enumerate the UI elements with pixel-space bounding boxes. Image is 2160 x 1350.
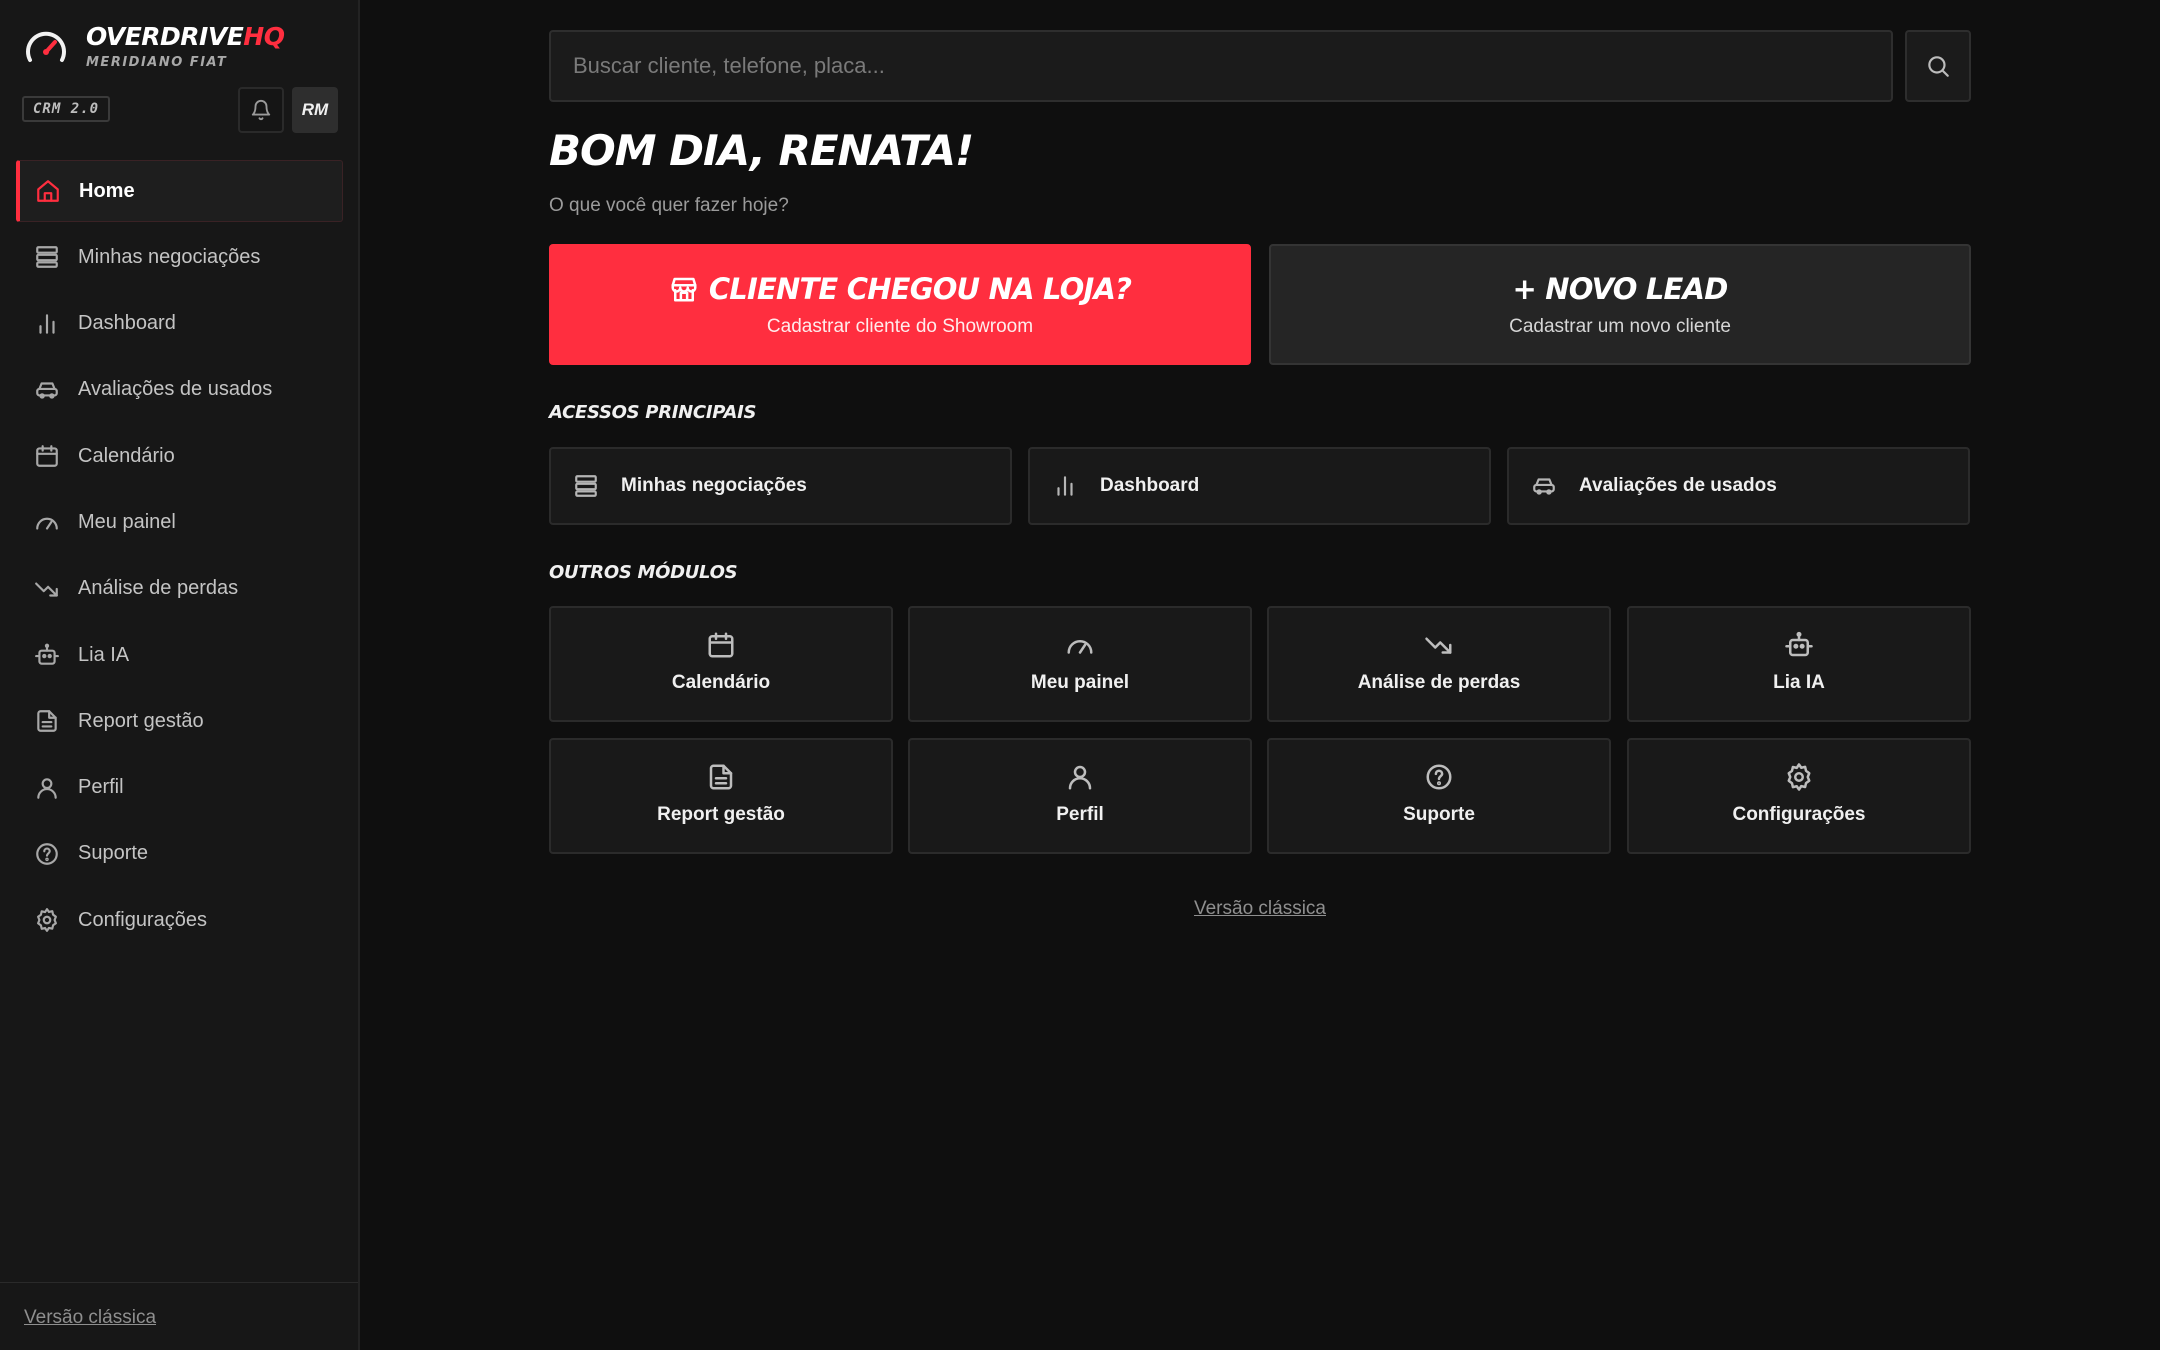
classic-version-link[interactable]: Versão clássica	[549, 898, 1971, 920]
sidebar-item-report-gestao[interactable]: Report gestão	[16, 690, 343, 752]
user-icon	[1065, 762, 1095, 804]
module-card-suporte[interactable]: Suporte	[1267, 738, 1611, 854]
sidebar-item-label: Perfil	[78, 776, 124, 799]
module-card-meu-painel[interactable]: Meu painel	[908, 606, 1252, 722]
new-lead-title: + NOVO LEAD	[1512, 271, 1729, 306]
brand-logo[interactable]: OVERDRIVEHQ MERIDIANO FIAT	[22, 22, 285, 72]
bar-chart-icon	[34, 311, 78, 337]
sidebar: OVERDRIVEHQ MERIDIANO FIAT CRM 2.0 RM Ho…	[0, 0, 360, 1350]
access-card-label: Dashboard	[1100, 475, 1200, 496]
sidebar-item-calendario[interactable]: Calendário	[16, 425, 343, 487]
sidebar-item-label: Análise de perdas	[78, 577, 239, 600]
user-avatar[interactable]: RM	[292, 87, 338, 133]
page-title: BOM DIA, RENATA!	[549, 126, 974, 175]
module-card-label: Calendário	[671, 672, 771, 693]
gear-icon	[1784, 762, 1814, 804]
trending-down-icon	[1424, 630, 1454, 672]
bell-icon	[250, 99, 272, 121]
brand-subtitle: MERIDIANO FIAT	[86, 55, 228, 70]
help-circle-icon	[34, 841, 78, 867]
help-circle-icon	[1424, 762, 1454, 804]
search-input[interactable]	[549, 30, 1893, 102]
speedometer-logo-icon	[22, 24, 70, 72]
sidebar-item-meu-painel[interactable]: Meu painel	[16, 491, 343, 553]
sidebar-item-label: Minhas negociações	[78, 245, 261, 268]
document-icon	[706, 762, 736, 804]
gear-icon	[34, 907, 78, 933]
new-lead-subtitle: Cadastrar um novo cliente	[1509, 315, 1731, 337]
module-card-configuracoes[interactable]: Configurações	[1627, 738, 1971, 854]
new-lead-button[interactable]: + NOVO LEAD Cadastrar um novo cliente	[1269, 244, 1971, 365]
store-icon	[669, 274, 709, 304]
notifications-button[interactable]	[238, 87, 284, 133]
module-card-label: Meu painel	[1030, 672, 1130, 693]
robot-icon	[1784, 630, 1814, 672]
robot-icon	[34, 642, 78, 668]
stack-icon	[34, 244, 78, 270]
sidebar-item-label: Suporte	[78, 842, 149, 865]
sidebar-item-label: Configurações	[78, 908, 207, 931]
sidebar-item-label: Dashboard	[78, 312, 176, 335]
sidebar-item-analise-perdas[interactable]: Análise de perdas	[16, 558, 343, 620]
sidebar-item-label: Meu painel	[78, 510, 176, 533]
module-card-label: Configurações	[1732, 804, 1866, 825]
document-icon	[34, 708, 78, 734]
sidebar-item-negociacoes[interactable]: Minhas negociações	[16, 226, 343, 288]
module-card-lia-ia[interactable]: Lia IA	[1627, 606, 1971, 722]
car-icon	[1531, 473, 1579, 499]
version-badge: CRM 2.0	[22, 96, 111, 122]
access-card-negociacoes[interactable]: Minhas negociações	[549, 447, 1012, 525]
sidebar-item-perfil[interactable]: Perfil	[16, 757, 343, 819]
module-card-analise-perdas[interactable]: Análise de perdas	[1267, 606, 1611, 722]
home-icon	[35, 178, 79, 204]
sidebar-item-suporte[interactable]: Suporte	[16, 823, 343, 885]
sidebar-item-label: Report gestão	[78, 709, 204, 732]
module-card-label: Suporte	[1403, 804, 1475, 825]
sidebar-item-avaliacoes[interactable]: Avaliações de usados	[16, 359, 343, 421]
brand-name: OVERDRIVEHQ	[86, 22, 285, 51]
access-card-avaliacoes[interactable]: Avaliações de usados	[1507, 447, 1970, 525]
showroom-title: CLIENTE CHEGOU NA LOJA?	[708, 271, 1132, 306]
sidebar-item-label: Lia IA	[78, 643, 130, 666]
module-card-label: Perfil	[1056, 804, 1104, 825]
car-icon	[34, 377, 78, 403]
showroom-client-button[interactable]: CLIENTE CHEGOU NA LOJA? Cadastrar client…	[549, 244, 1251, 365]
sidebar-item-configuracoes[interactable]: Configurações	[16, 889, 343, 951]
sidebar-footer: Versão clássica	[0, 1282, 358, 1350]
search-bar	[549, 30, 1971, 102]
showroom-title-row: CLIENTE CHEGOU NA LOJA?	[669, 271, 1132, 306]
module-card-label: Análise de perdas	[1357, 672, 1521, 693]
user-icon	[34, 775, 78, 801]
gauge-icon	[34, 509, 78, 535]
sidebar-classic-version-link[interactable]: Versão clássica	[24, 1307, 156, 1329]
trending-down-icon	[34, 576, 78, 602]
access-card-label: Minhas negociações	[621, 475, 807, 496]
main-access-heading: ACESSOS PRINCIPAIS	[549, 402, 757, 423]
other-modules-heading: OUTROS MÓDULOS	[549, 562, 738, 583]
stack-icon	[573, 473, 621, 499]
sidebar-nav: Home Minhas negociações Dashboard Avalia…	[16, 160, 343, 956]
sidebar-item-label: Avaliações de usados	[78, 378, 273, 401]
sidebar-item-label: Home	[79, 179, 135, 202]
module-card-report-gestao[interactable]: Report gestão	[549, 738, 893, 854]
sidebar-item-label: Calendário	[78, 444, 175, 467]
calendar-icon	[706, 630, 736, 672]
calendar-icon	[34, 443, 78, 469]
search-button[interactable]	[1905, 30, 1971, 102]
page-subtitle: O que você quer fazer hoje?	[549, 195, 789, 216]
access-card-label: Avaliações de usados	[1579, 475, 1777, 496]
search-icon	[1925, 53, 1951, 79]
module-card-label: Lia IA	[1773, 672, 1825, 693]
gauge-icon	[1065, 630, 1095, 672]
sidebar-item-home[interactable]: Home	[16, 160, 343, 222]
module-card-perfil[interactable]: Perfil	[908, 738, 1252, 854]
bar-chart-icon	[1052, 473, 1100, 499]
module-card-label: Report gestão	[657, 804, 785, 825]
module-card-calendario[interactable]: Calendário	[549, 606, 893, 722]
showroom-subtitle: Cadastrar cliente do Showroom	[766, 315, 1034, 337]
sidebar-item-lia-ia[interactable]: Lia IA	[16, 624, 343, 686]
sidebar-item-dashboard[interactable]: Dashboard	[16, 293, 343, 355]
access-card-dashboard[interactable]: Dashboard	[1028, 447, 1491, 525]
